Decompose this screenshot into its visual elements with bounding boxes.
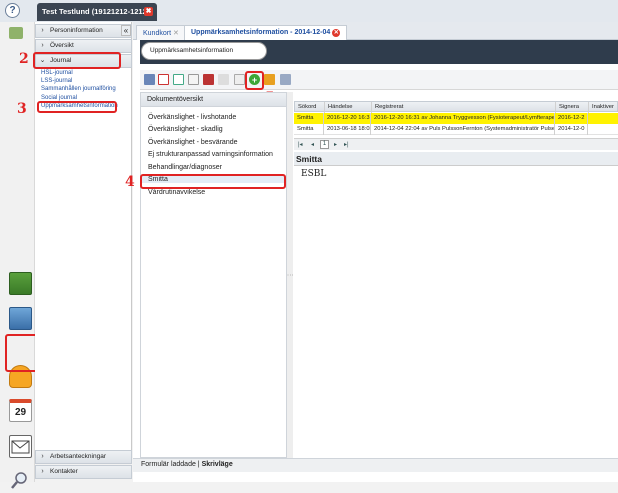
navigation-panel: › Personinformation › Översikt ⌄ Journal HS… [35,22,132,479]
save-icon[interactable] [173,74,184,85]
prev-page-icon[interactable]: ◂ [311,141,314,148]
status-text: Formulär laddade | [141,461,202,468]
doc-item[interactable]: Överkänslighet - livshotande [148,114,236,121]
annotation-2: 2 [19,51,29,67]
form-title-button[interactable]: Uppmärksamhetsinformation [142,43,266,59]
nav-section-arbetsanteckningar[interactable]: › Arbetsanteckningar [35,450,132,464]
table-cell: 2013-06-18 18:02 [324,124,371,135]
folder-icon[interactable] [9,307,32,330]
doc-item[interactable]: Överkänslighet - besvärande [148,139,238,146]
column-header-sokord[interactable]: Sökord [295,102,325,113]
status-bar: Formulär laddade | Skrivläge [133,458,618,472]
patient-tab[interactable]: Test Testlund (19121212-1212) ✖ [37,3,157,21]
table-cell: 2014-12-04 22:04 av Puls PulssonFernton … [371,124,555,135]
annotation-3: 3 [17,101,27,117]
highlight-5 [245,71,264,90]
document-overview-panel [140,92,287,458]
nav-section-label: Personinformation [50,27,103,34]
close-icon[interactable]: ✕ [332,29,341,37]
toolbar: + [140,70,618,90]
doc-item[interactable]: Behandlingar/diagnoser [148,164,222,171]
board-icon[interactable] [9,272,32,295]
chevron-right-icon: › [41,453,44,460]
nav-section-oversikt[interactable]: › Översikt [35,39,132,53]
tab-kundkort[interactable]: Kundkort ✕ [136,25,186,40]
table-row[interactable]: Smitta 2016-12-20 16:31 2016-12-20 16:31… [294,113,618,124]
app-icon-strip: 29 [0,22,35,489]
filter-icon[interactable] [218,74,229,85]
page-number[interactable]: 1 [320,140,329,149]
journal-link-sammanhallen[interactable]: Sammanhållen journalföring [41,86,116,92]
doc-item[interactable]: Vårdrutinavvikelse [148,189,205,196]
export-icon[interactable] [280,74,291,85]
table-cell: 2014-12-0 [555,124,588,135]
table-cell: Smitta [294,113,324,124]
table-cell [588,113,618,124]
doc-item[interactable]: Ej strukturanpassad varningsinformation [148,151,273,158]
calendar-icon[interactable] [264,74,275,85]
chevron-right-icon: › [41,27,44,34]
close-icon[interactable]: ✖ [144,7,153,16]
panel-splitter[interactable]: ⋮ [287,92,293,458]
last-page-icon[interactable]: ▸| [344,141,349,148]
print-icon[interactable] [144,74,155,85]
table-cell: 2016-12-2 [555,113,588,124]
help-icon[interactable]: ? [5,3,20,18]
detail-body: ESBL [301,169,327,179]
highlight-4 [140,174,286,189]
chevron-right-icon: › [41,468,44,475]
nav-section-label: Översikt [50,42,74,49]
column-header-inaktiver[interactable]: Inaktiver [589,102,618,113]
nav-section-label: Arbetsanteckningar [50,453,107,460]
journal-link-lss[interactable]: LSS-journal [41,78,72,84]
table-cell [588,124,618,135]
next-page-icon[interactable]: ▸ [334,141,337,148]
table-cell: 2016-12-20 16:31 av Johanna Tryggvesson … [371,113,555,124]
nav-section-label: Kontakter [50,468,78,475]
column-header-registrerat[interactable]: Registrerat [372,102,556,113]
tab-row: « Kundkort ✕ Uppmärksamhetsinformation -… [121,22,618,40]
document-icon[interactable] [188,74,199,85]
tab-uppmarksamhetsinformation[interactable]: Uppmärksamhetsinformation - 2014-12-04 ✕ [184,25,348,40]
highlight-3 [37,101,117,113]
page-icon[interactable] [234,74,245,85]
patient-tab-label: Test Testlund (19121212-1212) [42,7,150,16]
column-header-signera[interactable]: Signera [556,102,589,113]
collapse-nav-icon[interactable]: « [121,25,131,36]
journal-link-hsl[interactable]: HSL-journal [41,70,73,76]
table-cell: Smitta [294,124,324,135]
grid-pager: |◂ ◂ 1 ▸ ▸| [294,138,618,150]
document-overview-title: Dokumentöversikt [141,93,286,107]
table-cell: 2016-12-20 16:31 [324,113,371,124]
nav-section-personinformation[interactable]: › Personinformation [35,24,132,38]
calendar-icon[interactable]: 29 [9,399,32,422]
chevron-right-icon: › [41,42,44,49]
first-page-icon[interactable]: |◂ [298,141,303,148]
grid-header: Sökord Händelse Registrerat Signera Inak… [294,101,618,113]
detail-title: Smitta [294,152,618,166]
edit-icon[interactable] [158,74,169,85]
nav-section-kontakter[interactable]: › Kontakter [35,465,132,479]
doc-item[interactable]: Överkänslighet - skadlig [148,126,223,133]
annotation-4: 4 [125,174,135,190]
status-mode: Skrivläge [201,461,233,468]
mail-icon[interactable] [9,435,32,458]
highlight-2 [33,52,121,69]
delete-icon[interactable] [203,74,214,85]
table-row[interactable]: Smitta 2013-06-18 18:02 2014-12-04 22:04… [294,124,618,135]
close-icon[interactable]: ✕ [173,30,179,37]
column-header-handelse[interactable]: Händelse [325,102,372,113]
page-arrow-icon[interactable] [9,27,23,39]
